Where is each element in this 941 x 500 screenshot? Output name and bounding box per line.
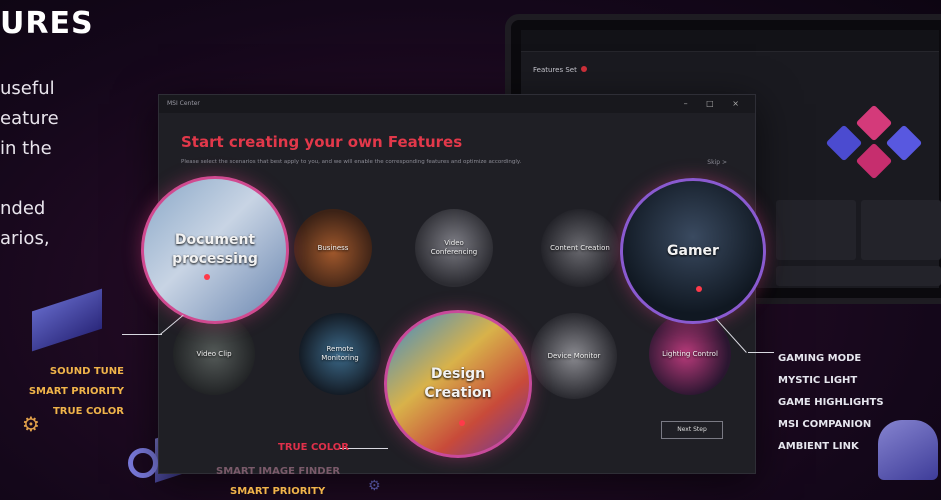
laptop-titlebar — [521, 30, 939, 52]
hero-line: useful — [0, 78, 55, 99]
laptop-features-label: Features Set — [533, 66, 587, 74]
sound-panel-illustration — [32, 288, 102, 352]
feature-tag: SOUND TUNE — [49, 366, 124, 377]
feature-bubble-content-creation[interactable]: Content Creation — [541, 209, 619, 287]
gamepad-hand-illustration — [878, 420, 938, 480]
feature-tag: MYSTIC LIGHT — [778, 375, 858, 386]
feature-label: Business — [317, 243, 349, 252]
feature-label: Design Creation — [424, 366, 492, 401]
feature-bubble-business[interactable]: Business — [294, 209, 372, 287]
feature-bubble-gamer[interactable]: Gamer — [620, 178, 766, 324]
window-titlebar: MSI Center – □ × — [159, 95, 755, 113]
feature-tags-gamer: GAMING MODE MYSTIC LIGHT GAME HIGHLIGHTS… — [778, 348, 884, 458]
hero-line: eature — [0, 108, 59, 129]
feature-tag: TRUE COLOR — [52, 406, 124, 417]
cube-illustration — [821, 90, 941, 180]
cube-shape — [825, 124, 863, 162]
feature-tag: SMART PRIORITY — [28, 386, 124, 397]
window-title: MSI Center — [167, 100, 200, 107]
cube-shape — [885, 124, 923, 162]
feature-bubble-video-conferencing[interactable]: Video Conferencing — [415, 209, 493, 287]
status-dot — [580, 66, 587, 72]
highlight-dot — [204, 274, 210, 280]
page-heading: Start creating your own Features — [181, 133, 463, 151]
next-step-button[interactable]: Next Step — [661, 421, 723, 439]
feature-tag: GAME HIGHLIGHTS — [778, 397, 884, 408]
feature-label: Lighting Control — [662, 349, 718, 358]
laptop-card — [861, 200, 941, 260]
feature-label: Remote Monitoring — [321, 345, 359, 362]
feature-tag-design: TRUE COLOR — [278, 442, 350, 453]
window-controls[interactable]: – □ × — [684, 99, 747, 108]
feature-tags-design: SMART IMAGE FINDER SMART PRIORITY — [216, 462, 340, 500]
feature-tag: AMBIENT LINK — [778, 441, 859, 452]
feature-label: Device Monitor — [547, 351, 601, 360]
hero-line: arios, — [0, 228, 50, 249]
feature-bubble-document-processing[interactable]: Document processing — [141, 176, 289, 324]
cube-shape — [855, 104, 893, 142]
laptop-features-label-text: Features Set — [533, 66, 577, 74]
feature-bubble-device-monitor[interactable]: Device Monitor — [531, 313, 617, 399]
feature-label: Video Clip — [196, 349, 232, 358]
feature-bubble-lighting-control[interactable]: Lighting Control — [649, 313, 731, 395]
highlight-dot — [459, 420, 465, 426]
feature-tag: SMART PRIORITY — [230, 486, 326, 497]
feature-label: Content Creation — [550, 243, 610, 252]
laptop-card — [776, 266, 941, 286]
feature-tag: GAMING MODE — [778, 353, 862, 364]
connector-line — [748, 352, 774, 353]
feature-tag: SMART IMAGE FINDER — [216, 466, 341, 477]
hero-description: useful eature in the nded arios, — [0, 74, 59, 254]
feature-bubble-design-creation[interactable]: Design Creation — [384, 310, 532, 458]
page-subtitle: Please select the scenarios that best ap… — [181, 159, 522, 165]
feature-tags-document: SOUND TUNE SMART PRIORITY TRUE COLOR — [28, 362, 124, 422]
hero-line: in the — [0, 138, 52, 159]
feature-tag: MSI COMPANION — [778, 419, 872, 430]
connector-line — [122, 334, 162, 335]
feature-bubble-remote-monitoring[interactable]: Remote Monitoring — [299, 313, 381, 395]
highlight-dot — [696, 286, 702, 292]
hero-line: nded — [0, 198, 46, 219]
magnifier-icon — [128, 448, 158, 478]
skip-link[interactable]: Skip > — [707, 159, 727, 166]
hero-line — [0, 164, 59, 194]
laptop-card — [776, 200, 856, 260]
feature-label: Video Conferencing — [430, 239, 478, 256]
feature-label: Gamer — [667, 242, 719, 259]
cube-shape — [855, 142, 893, 180]
feature-bubble-video-clip[interactable]: Video Clip — [173, 313, 255, 395]
gear-icon: ⚙ — [368, 478, 381, 494]
feature-label: Document processing — [172, 232, 258, 267]
hero-title: URES — [0, 6, 94, 41]
